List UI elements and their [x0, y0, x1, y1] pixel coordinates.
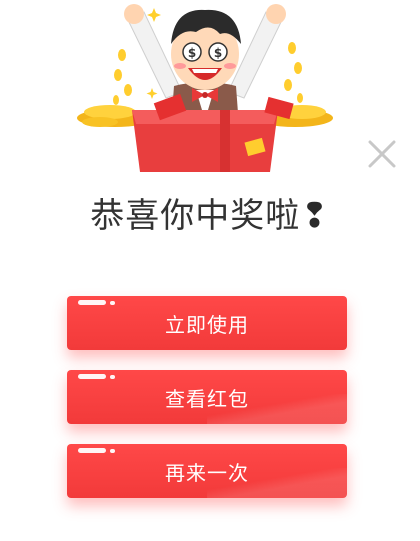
svg-text:$: $ [188, 46, 196, 60]
view-red-packet-label: 查看红包 [165, 386, 249, 411]
winner-illustration: $ $ [77, 4, 333, 172]
gloss-highlight [78, 448, 106, 453]
view-red-packet-button[interactable]: 查看红包 [67, 370, 347, 424]
svg-text:$: $ [214, 46, 222, 60]
gloss-highlight [78, 300, 106, 305]
congrats-title-text: 恭喜你中奖啦 [90, 196, 301, 236]
gloss-dot [110, 375, 115, 379]
try-again-label: 再来一次 [165, 460, 249, 485]
gloss-dot [110, 449, 115, 453]
close-icon[interactable] [364, 136, 400, 172]
use-now-button[interactable]: 立即使用 [67, 296, 347, 350]
gloss-dot [110, 301, 115, 305]
congrats-title: 恭喜你中奖啦❢ [0, 188, 420, 237]
exclamation-icon: ❢ [300, 196, 330, 236]
use-now-label: 立即使用 [165, 312, 249, 337]
try-again-button[interactable]: 再来一次 [67, 444, 347, 498]
gloss-highlight [78, 374, 106, 379]
